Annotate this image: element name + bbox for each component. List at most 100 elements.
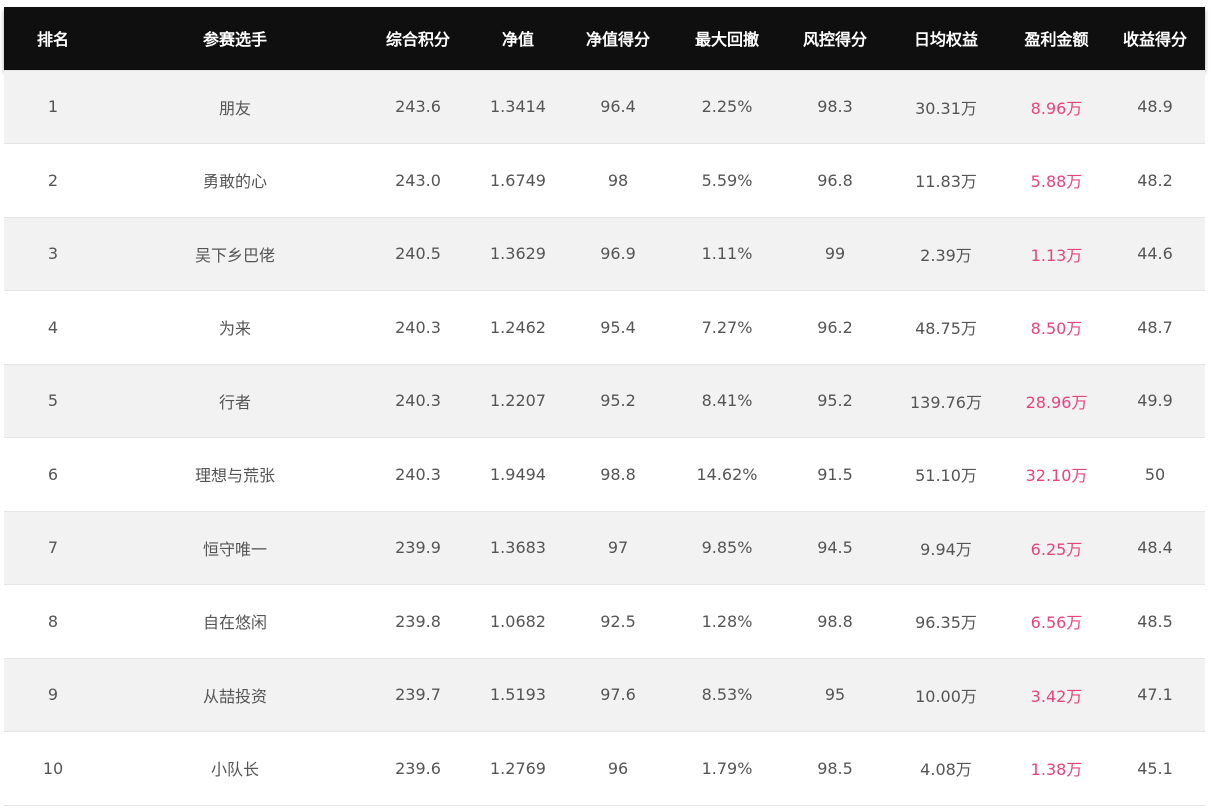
net-value-score-cell: 97.6 xyxy=(568,657,668,732)
header-row: 排名 参赛选手 综合积分 净值 净值得分 最大回撤 风控得分 日均权益 盈利金额… xyxy=(4,7,1205,70)
daily-equity-cell: 2.39万 xyxy=(884,216,1008,291)
net-value-cell: 1.3683 xyxy=(468,510,568,585)
header-net-value[interactable]: 净值 xyxy=(468,7,568,70)
profit-amount-cell: 28.96万 xyxy=(1008,363,1105,438)
header-daily-equity[interactable]: 日均权益 xyxy=(884,7,1008,70)
return-score-cell: 48.2 xyxy=(1105,143,1205,217)
net-value-cell: 1.6749 xyxy=(468,143,568,217)
return-score-cell: 50 xyxy=(1105,437,1205,511)
risk-score-cell: 91.5 xyxy=(786,437,884,511)
rank-cell: 7 xyxy=(4,510,102,585)
net-value-cell: 1.3629 xyxy=(468,216,568,291)
net-value-score-cell: 98 xyxy=(568,143,668,217)
total-score-cell: 239.9 xyxy=(368,510,468,585)
return-score-cell: 48.5 xyxy=(1105,584,1205,658)
daily-equity-cell: 139.76万 xyxy=(884,363,1008,438)
profit-amount-cell: 8.96万 xyxy=(1008,69,1105,144)
net-value-score-cell: 95.2 xyxy=(568,363,668,438)
risk-score-cell: 96.2 xyxy=(786,290,884,364)
rank-cell: 6 xyxy=(4,437,102,511)
player-name-cell: 理想与荒张 xyxy=(102,437,368,511)
profit-amount-cell: 1.13万 xyxy=(1008,216,1105,291)
header-rank[interactable]: 排名 xyxy=(4,7,102,70)
table-body: 1 朋友 243.6 1.3414 96.4 2.25% 98.3 30.31万 8.96万 48… xyxy=(4,69,1205,806)
net-value-score-cell: 96.9 xyxy=(568,216,668,291)
daily-equity-cell: 4.08万 xyxy=(884,731,1008,806)
daily-equity-cell: 9.94万 xyxy=(884,510,1008,585)
table-row[interactable]: 2 勇敢的心 243.0 1.6749 98 5.59% 96.8 11.83万 5.88万 48… xyxy=(4,143,1205,217)
total-score-cell: 240.3 xyxy=(368,290,468,364)
total-score-cell: 239.6 xyxy=(368,731,468,806)
profit-amount-cell: 32.10万 xyxy=(1008,437,1105,511)
table-header: 排名 参赛选手 综合积分 净值 净值得分 最大回撤 风控得分 日均权益 盈利金额… xyxy=(4,7,1205,70)
net-value-cell: 1.0682 xyxy=(468,584,568,658)
total-score-cell: 240.3 xyxy=(368,437,468,511)
net-value-cell: 1.3414 xyxy=(468,69,568,144)
daily-equity-cell: 48.75万 xyxy=(884,290,1008,364)
player-name-cell: 吴下乡巴佬 xyxy=(102,216,368,291)
risk-score-cell: 95 xyxy=(786,657,884,732)
rank-cell: 8 xyxy=(4,584,102,658)
ranking-table: 排名 参赛选手 综合积分 净值 净值得分 最大回撤 风控得分 日均权益 盈利金额… xyxy=(4,7,1205,806)
return-score-cell: 48.7 xyxy=(1105,290,1205,364)
table-row[interactable]: 3 吴下乡巴佬 240.5 1.3629 96.9 1.11% 99 2.39万 1.13万 44… xyxy=(4,216,1205,291)
header-max-drawdown[interactable]: 最大回撤 xyxy=(668,7,786,70)
risk-score-cell: 98.5 xyxy=(786,731,884,806)
daily-equity-cell: 30.31万 xyxy=(884,69,1008,144)
net-value-score-cell: 96.4 xyxy=(568,69,668,144)
net-value-score-cell: 95.4 xyxy=(568,290,668,364)
net-value-cell: 1.2462 xyxy=(468,290,568,364)
max-drawdown-cell: 8.41% xyxy=(668,363,786,438)
header-net-value-score[interactable]: 净值得分 xyxy=(568,7,668,70)
daily-equity-cell: 96.35万 xyxy=(884,584,1008,658)
rank-cell: 5 xyxy=(4,363,102,438)
table-row[interactable]: 5 行者 240.3 1.2207 95.2 8.41% 95.2 139.76万 28.96万… xyxy=(4,363,1205,438)
max-drawdown-cell: 2.25% xyxy=(668,69,786,144)
ranking-table-container: 排名 参赛选手 综合积分 净值 净值得分 最大回撤 风控得分 日均权益 盈利金额… xyxy=(4,7,1205,806)
max-drawdown-cell: 1.79% xyxy=(668,731,786,806)
profit-amount-cell: 5.88万 xyxy=(1008,143,1105,217)
player-name-cell: 行者 xyxy=(102,363,368,438)
profit-amount-cell: 1.38万 xyxy=(1008,731,1105,806)
return-score-cell: 44.6 xyxy=(1105,216,1205,291)
return-score-cell: 45.1 xyxy=(1105,731,1205,806)
max-drawdown-cell: 5.59% xyxy=(668,143,786,217)
daily-equity-cell: 10.00万 xyxy=(884,657,1008,732)
player-name-cell: 勇敢的心 xyxy=(102,143,368,217)
player-name-cell: 恒守唯一 xyxy=(102,510,368,585)
table-row[interactable]: 10 小队长 239.6 1.2769 96 1.79% 98.5 4.08万 1.38万 45.… xyxy=(4,731,1205,806)
header-total-score[interactable]: 综合积分 xyxy=(368,7,468,70)
risk-score-cell: 94.5 xyxy=(786,510,884,585)
total-score-cell: 240.5 xyxy=(368,216,468,291)
net-value-score-cell: 92.5 xyxy=(568,584,668,658)
table-row[interactable]: 1 朋友 243.6 1.3414 96.4 2.25% 98.3 30.31万 8.96万 48… xyxy=(4,69,1205,144)
table-row[interactable]: 7 恒守唯一 239.9 1.3683 97 9.85% 94.5 9.94万 6.25万 48.… xyxy=(4,510,1205,585)
return-score-cell: 48.4 xyxy=(1105,510,1205,585)
max-drawdown-cell: 1.28% xyxy=(668,584,786,658)
player-name-cell: 从喆投资 xyxy=(102,657,368,732)
header-risk-score[interactable]: 风控得分 xyxy=(786,7,884,70)
table-row[interactable]: 4 为来 240.3 1.2462 95.4 7.27% 96.2 48.75万 8.50万 48… xyxy=(4,290,1205,364)
return-score-cell: 47.1 xyxy=(1105,657,1205,732)
total-score-cell: 240.3 xyxy=(368,363,468,438)
table-row[interactable]: 6 理想与荒张 240.3 1.9494 98.8 14.62% 91.5 51.10万 32.… xyxy=(4,437,1205,511)
risk-score-cell: 99 xyxy=(786,216,884,291)
max-drawdown-cell: 9.85% xyxy=(668,510,786,585)
risk-score-cell: 98.3 xyxy=(786,69,884,144)
total-score-cell: 243.0 xyxy=(368,143,468,217)
max-drawdown-cell: 1.11% xyxy=(668,216,786,291)
rank-cell: 9 xyxy=(4,657,102,732)
table-row[interactable]: 9 从喆投资 239.7 1.5193 97.6 8.53% 95 10.00万 3.42万 47… xyxy=(4,657,1205,732)
risk-score-cell: 96.8 xyxy=(786,143,884,217)
risk-score-cell: 95.2 xyxy=(786,363,884,438)
table-row[interactable]: 8 自在悠闲 239.8 1.0682 92.5 1.28% 98.8 96.35万 6.56万… xyxy=(4,584,1205,658)
header-return-score[interactable]: 收益得分 xyxy=(1105,7,1205,70)
total-score-cell: 243.6 xyxy=(368,69,468,144)
risk-score-cell: 98.8 xyxy=(786,584,884,658)
header-player[interactable]: 参赛选手 xyxy=(102,7,368,70)
max-drawdown-cell: 8.53% xyxy=(668,657,786,732)
profit-amount-cell: 6.56万 xyxy=(1008,584,1105,658)
header-profit-amount[interactable]: 盈利金额 xyxy=(1008,7,1105,70)
player-name-cell: 为来 xyxy=(102,290,368,364)
profit-amount-cell: 3.42万 xyxy=(1008,657,1105,732)
